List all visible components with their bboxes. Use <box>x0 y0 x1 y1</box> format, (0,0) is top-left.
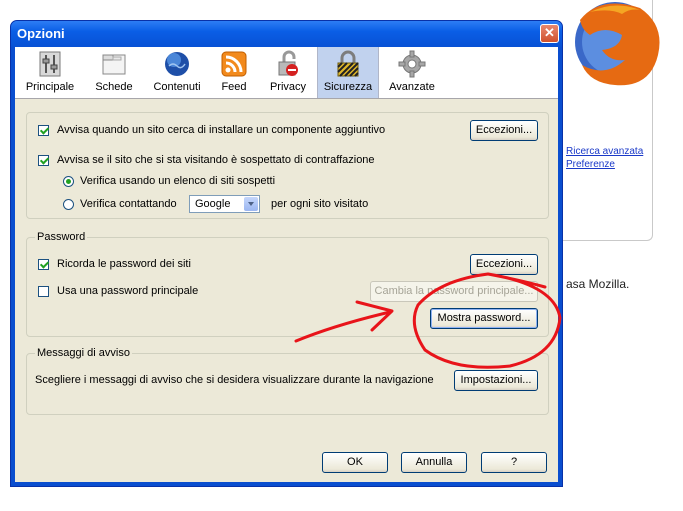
verify-list-label: Verifica usando un elenco di siti sospet… <box>80 175 276 187</box>
tab-contenuti[interactable]: Contenuti <box>147 47 207 98</box>
security-exceptions-button[interactable]: Eccezioni... <box>470 120 538 141</box>
privacy-lock-icon <box>278 50 298 76</box>
general-sliders-icon <box>39 51 61 77</box>
password-group: Password Ricorda le password dei siti Ec… <box>26 231 549 337</box>
warnings-group: Messaggi di avviso Scegliere i messaggi … <box>26 347 549 415</box>
warn-forgery-checkbox[interactable] <box>38 155 49 166</box>
remember-passwords-label: Ricorda le password dei siti <box>57 258 191 270</box>
ok-button[interactable]: OK <box>322 452 388 473</box>
firefox-logo-icon <box>560 0 670 95</box>
tab-avanzate[interactable]: Avanzate <box>385 47 439 98</box>
options-dialog: Opzioni ✕ Principale Schede Contenuti Fe… <box>10 20 563 487</box>
warn-addon-checkbox[interactable] <box>38 125 49 136</box>
content-globe-icon <box>165 52 189 76</box>
tab-label: Schede <box>95 81 133 93</box>
provider-select[interactable]: Google <box>189 195 260 213</box>
category-toolbar: Principale Schede Contenuti Feed Privacy… <box>15 47 558 99</box>
master-password-label: Usa una password principale <box>57 285 199 297</box>
verify-list-radio[interactable] <box>63 176 74 187</box>
verify-contact-suffix: per ogni sito visitato <box>271 198 369 210</box>
password-exceptions-button[interactable]: Eccezioni... <box>470 254 538 275</box>
tab-label: Privacy <box>269 81 307 93</box>
tab-feed[interactable]: Feed <box>213 47 255 98</box>
warnings-settings-button[interactable]: Impostazioni... <box>454 370 538 391</box>
tab-label: Feed <box>221 81 247 93</box>
security-group: Avvisa quando un sito cerca di installar… <box>26 112 549 219</box>
tab-label: Sicurezza <box>323 81 373 93</box>
warnings-group-title: Messaggi di avviso <box>35 347 132 359</box>
tab-label: Avanzate <box>389 81 435 93</box>
warnings-description: Scegliere i messaggi di avviso che si de… <box>35 374 434 386</box>
tabs-window-icon <box>102 54 126 75</box>
chevron-down-icon <box>244 197 258 211</box>
advanced-search-link[interactable]: Ricerca avanzata <box>566 146 643 157</box>
tab-principale[interactable]: Principale <box>21 47 79 98</box>
password-group-title: Password <box>35 231 88 243</box>
background-text: asa Mozilla. <box>566 277 630 291</box>
warn-addon-label: Avvisa quando un sito cerca di installar… <box>57 124 386 136</box>
window-title: Opzioni <box>17 26 65 41</box>
dialog-client-area: Principale Schede Contenuti Feed Privacy… <box>15 47 558 482</box>
cancel-button[interactable]: Annulla <box>401 452 467 473</box>
change-master-password-button[interactable]: Cambia la password principale... <box>370 281 538 302</box>
show-passwords-button[interactable]: Mostra password... <box>430 308 538 329</box>
preferences-link[interactable]: Preferenze <box>566 159 615 170</box>
warn-forgery-label: Avvisa se il sito che si sta visitando è… <box>57 154 375 166</box>
advanced-gear-icon <box>398 50 426 78</box>
tab-schede[interactable]: Schede <box>89 47 139 98</box>
remember-passwords-checkbox[interactable] <box>38 259 49 270</box>
security-padlock-icon <box>337 50 359 77</box>
title-bar[interactable]: Opzioni ✕ <box>11 21 562 47</box>
provider-select-value: Google <box>195 198 231 210</box>
tab-sicurezza[interactable]: Sicurezza <box>317 47 379 98</box>
close-button[interactable]: ✕ <box>540 24 559 43</box>
tab-label: Contenuti <box>153 81 201 93</box>
tab-privacy[interactable]: Privacy <box>265 47 311 98</box>
rss-feed-icon <box>221 51 247 77</box>
verify-contact-radio[interactable] <box>63 199 74 210</box>
tab-label: Principale <box>25 81 75 93</box>
help-button[interactable]: ? <box>481 452 547 473</box>
verify-contact-label: Verifica contattando <box>80 198 177 210</box>
master-password-checkbox[interactable] <box>38 286 49 297</box>
